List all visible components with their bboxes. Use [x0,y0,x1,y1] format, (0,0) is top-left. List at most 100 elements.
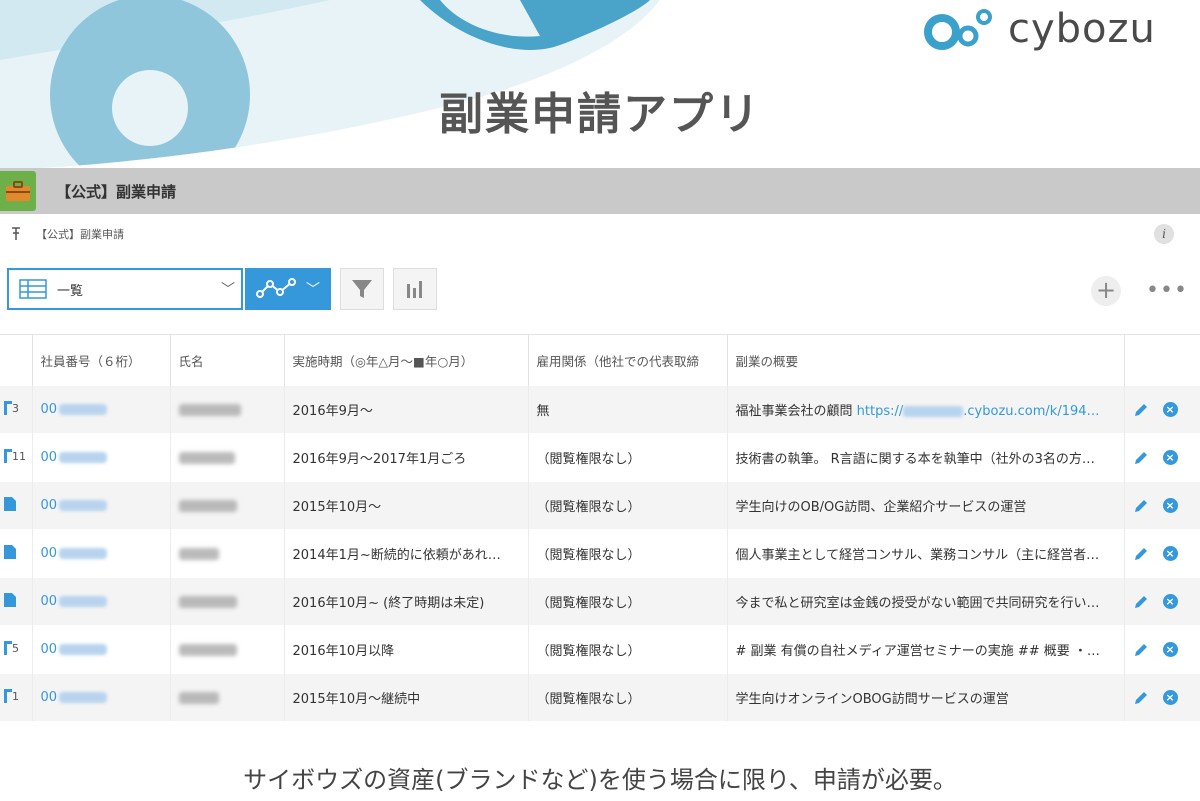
delete-icon[interactable]: × [1162,642,1178,657]
name-cell [170,481,285,530]
table-row[interactable]: 00 2014年1月~断続的に依頼があれ… （閲覧権限なし） 個人事業主として経営コン… [0,529,1200,578]
column-header[interactable]: 雇用関係（他社での代表取締 [528,334,728,386]
table-icon [19,279,47,299]
record-icon-cell[interactable]: 3 [0,385,33,434]
employment-cell: （閲覧権限なし） [528,673,728,721]
table-row[interactable]: 5 00 2016年10月以降 （閲覧権限なし） # 副業 有償の自社メディア運営セミナ… [0,625,1200,674]
redacted-text [178,595,237,608]
table-row[interactable]: 00 2016年10月~ (終了時期は未定) （閲覧権限なし） 今まで私と研究室は金銭… [0,577,1200,626]
employee-number-cell[interactable]: 00 [32,673,171,721]
record-icon-cell[interactable]: 1 [0,673,33,721]
delete-icon[interactable]: × [1162,594,1178,609]
pencil-icon[interactable] [1133,594,1149,610]
delete-icon[interactable]: × [1162,546,1178,561]
record-detail-icon[interactable] [4,592,16,607]
pencil-icon[interactable] [1133,690,1149,706]
redacted-text [59,644,108,655]
view-selector[interactable]: 一覧 ﹀ [7,268,243,310]
graph-selector-button[interactable]: ﹀ [245,268,331,310]
table-row[interactable]: 3 00 2016年9月〜無福祉事業会社の顧問 https:// .cybozu.co… [0,385,1200,434]
employee-number-cell[interactable]: 00 [32,433,171,482]
add-record-button[interactable]: + [1091,276,1121,306]
summary-cell: 福祉事業会社の顧問 https:// .cybozu.com/k/194… [727,385,1125,434]
record-detail-icon[interactable] [4,496,16,511]
redacted-text [178,451,235,464]
delete-icon[interactable]: × [1162,690,1178,705]
summary-cell: 個人事業主として経営コンサル、業務コンサル（主に経営者… [727,529,1125,578]
column-header[interactable]: 氏名 [170,334,285,386]
summary-cell: 今まで私と研究室は金銭の授受がない範囲で共同研究を行い… [727,577,1125,626]
pencil-icon[interactable] [1133,498,1149,514]
summary-text: # 副業 有償の自社メディア運営セミナーの実施 ## 概要 ・… [735,644,1100,659]
app-name[interactable]: 【公式】副業申請 [56,181,176,202]
table-row[interactable]: 11 00 2016年9月〜2017年1月ごろ （閲覧権限なし） 技術書の執筆。 R言語… [0,433,1200,482]
name-cell [170,433,285,482]
column-header[interactable]: 社員番号（６桁） [32,334,171,386]
employment-cell: （閲覧権限なし） [528,481,728,530]
table-row[interactable]: 1 00 2015年10月〜継続中 （閲覧権限なし） 学生向けオンラインOBOG訪問サー… [0,673,1200,721]
record-detail-icon[interactable] [4,544,16,559]
comment-count: 11 [12,449,26,463]
redacted-text [59,500,108,511]
record-icon-cell[interactable] [0,481,33,530]
document-icon [4,448,12,463]
record-icon-cell[interactable] [0,577,33,626]
delete-icon[interactable]: × [1162,402,1178,417]
period-cell: 2016年10月~ (終了時期は未定) [284,577,529,626]
employee-number-cell[interactable]: 00 [32,577,171,626]
employee-number-cell[interactable]: 00 [32,625,171,674]
comment-count-icon[interactable]: 5 [4,640,19,655]
table-row[interactable]: 00 2015年10月〜 （閲覧権限なし） 学生向けのOB/OG訪問、企業紹介サービス… [0,481,1200,530]
summary-cell: 学生向けのOB/OG訪問、企業紹介サービスの運営 [727,481,1125,530]
graph-icon [256,278,296,298]
record-icon-cell[interactable] [0,529,33,578]
actions-cell: × [1124,481,1200,530]
records-table: 社員番号（６桁） 氏名 実施時期（◎年△月〜■年○月） 雇用関係（他社での代表取… [0,334,1200,721]
url-prefix: https:// [856,404,904,419]
column-header[interactable]: 実施時期（◎年△月〜■年○月） [284,334,529,386]
delete-icon[interactable]: × [1162,450,1178,465]
page-title: 副業申請アプリ [439,89,761,140]
employee-number: 00 [40,402,58,417]
employment-cell: （閲覧権限なし） [528,577,728,626]
chevron-down-icon: ﹀ [221,282,235,298]
caption: サイボウズの資産(ブランドなど)を使う場合に限り、申請が必要。 [243,766,957,794]
table-header: 社員番号（６桁） 氏名 実施時期（◎年△月〜■年○月） 雇用関係（他社での代表取… [0,334,1200,386]
briefcase-icon [6,181,30,201]
pencil-icon[interactable] [1133,642,1149,658]
more-icon[interactable]: ••• [1146,278,1188,303]
record-icon-cell[interactable]: 5 [0,625,33,674]
redacted-text [178,499,237,512]
record-icon-cell[interactable]: 11 [0,433,33,482]
column-header[interactable]: 副業の概要 [727,334,1125,386]
document-icon [4,688,12,703]
employee-number-cell[interactable]: 00 [32,529,171,578]
document-icon [4,400,12,415]
summary-cell: 技術書の執筆。 R言語に関する本を執筆中（社外の3名の方… [727,433,1125,482]
comment-count-icon[interactable]: 3 [4,400,19,415]
info-icon[interactable]: i [1154,224,1174,244]
redacted-text [903,406,964,417]
pencil-icon[interactable] [1133,546,1149,562]
breadcrumb-item[interactable]: 【公式】副業申請 [36,226,124,242]
employee-number-cell[interactable]: 00 [32,385,171,434]
pencil-icon[interactable] [1133,450,1149,466]
employee-number-cell[interactable]: 00 [32,481,171,530]
comment-count-icon[interactable]: 11 [4,448,26,463]
summary-text: 今まで私と研究室は金銭の授受がない範囲で共同研究を行い… [735,596,1100,611]
summary-text: 個人事業主として経営コンサル、業務コンサル（主に経営者… [735,548,1100,563]
app-icon[interactable] [0,171,36,211]
employment-cell: （閲覧権限なし） [528,625,728,674]
graph-button[interactable] [393,268,437,310]
name-cell [170,673,285,721]
pencil-icon[interactable] [1133,402,1149,418]
summary-link[interactable]: https:// .cybozu.com/k/194… [857,404,1100,419]
comment-count-icon[interactable]: 1 [4,688,19,703]
breadcrumb: 【公式】副業申請 [10,226,124,242]
filter-button[interactable] [340,268,384,310]
app-header: 【公式】副業申請 [0,168,1200,214]
redacted-text [59,596,108,607]
comment-count: 5 [12,641,19,655]
delete-icon[interactable]: × [1162,498,1178,513]
pin-icon[interactable] [10,227,22,241]
